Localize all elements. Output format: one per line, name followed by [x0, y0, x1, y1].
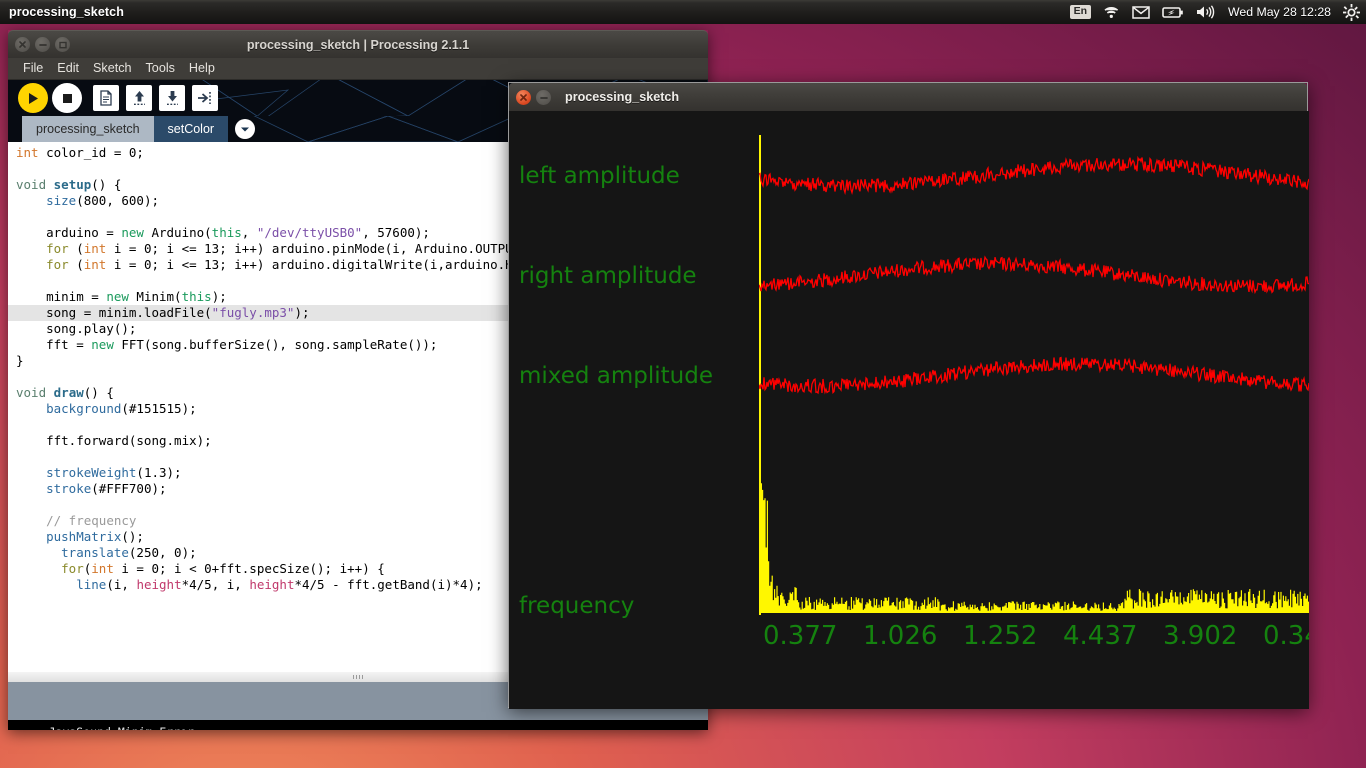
sketch-minimize-button[interactable]	[536, 89, 551, 105]
pde-menubar: File Edit Sketch Tools Help	[8, 58, 708, 80]
unity-top-panel: processing_sketch En Wed May 28 12:28	[0, 0, 1366, 24]
splitter-grip-icon	[353, 675, 363, 679]
sketch-close-button[interactable]	[516, 89, 531, 105]
stop-button[interactable]	[52, 83, 82, 113]
menu-edit[interactable]: Edit	[50, 60, 86, 77]
label-right-amplitude: right amplitude	[519, 263, 697, 289]
console-line: ==== JavaSound Minim Error ====	[14, 724, 702, 730]
wifi-icon[interactable]	[1103, 5, 1120, 19]
label-frequency: frequency	[519, 593, 635, 619]
pde-close-button[interactable]	[15, 37, 30, 52]
export-button[interactable]	[192, 85, 218, 111]
chevron-down-icon[interactable]	[235, 119, 256, 139]
menu-file[interactable]: File	[16, 60, 50, 77]
sketch-canvas[interactable]: left amplitude right amplitude mixed amp…	[509, 111, 1309, 709]
clock-indicator[interactable]: Wed May 28 12:28	[1228, 5, 1331, 19]
sketch-window-title: processing_sketch	[565, 90, 680, 104]
new-button[interactable]	[93, 85, 119, 111]
session-gear-icon[interactable]	[1343, 3, 1360, 21]
mail-icon[interactable]	[1132, 5, 1150, 19]
volume-icon[interactable]	[1196, 5, 1216, 19]
pde-window-title: processing_sketch | Processing 2.1.1	[246, 37, 470, 52]
keyboard-layout-indicator[interactable]: En	[1069, 4, 1091, 19]
freq-value: 4.437	[1063, 621, 1138, 651]
sketch-display-window: processing_sketch left amplitude right a…	[508, 82, 1309, 709]
battery-icon[interactable]	[1162, 6, 1184, 19]
panel-app-title: processing_sketch	[9, 5, 124, 19]
pde-console[interactable]: ==== JavaSound Minim Error ==== ==== Don…	[8, 720, 708, 730]
frequency-readout: 0.377 1.026 1.252 4.437 3.902 0.34	[763, 621, 1309, 651]
freq-value: 1.252	[963, 621, 1038, 651]
menu-help[interactable]: Help	[182, 60, 222, 77]
freq-value: 0.34	[1263, 621, 1309, 651]
save-button[interactable]	[159, 85, 185, 111]
label-mixed-amplitude: mixed amplitude	[519, 363, 713, 389]
open-button[interactable]	[126, 85, 152, 111]
waveform-right	[759, 255, 1309, 295]
freq-value: 3.902	[1163, 621, 1238, 651]
pde-maximize-button[interactable]	[55, 37, 70, 52]
panel-indicators: En Wed May 28 12:28	[1064, 0, 1366, 24]
freq-value: 0.377	[763, 621, 838, 651]
sketch-tab-setColor[interactable]: setColor	[153, 116, 229, 142]
freq-value: 1.026	[863, 621, 938, 651]
pde-titlebar[interactable]: processing_sketch | Processing 2.1.1	[8, 30, 708, 58]
waveform-left	[759, 155, 1309, 196]
pde-minimize-button[interactable]	[35, 37, 50, 52]
menu-sketch[interactable]: Sketch	[86, 60, 139, 77]
sketch-tab-processing_sketch[interactable]: processing_sketch	[22, 116, 154, 142]
frequency-spectrum	[759, 478, 1309, 613]
run-button[interactable]	[18, 83, 48, 113]
label-left-amplitude: left amplitude	[519, 163, 680, 189]
menu-tools[interactable]: Tools	[139, 60, 182, 77]
sketch-titlebar[interactable]: processing_sketch	[509, 83, 1307, 111]
waveform-mixed	[759, 356, 1309, 395]
